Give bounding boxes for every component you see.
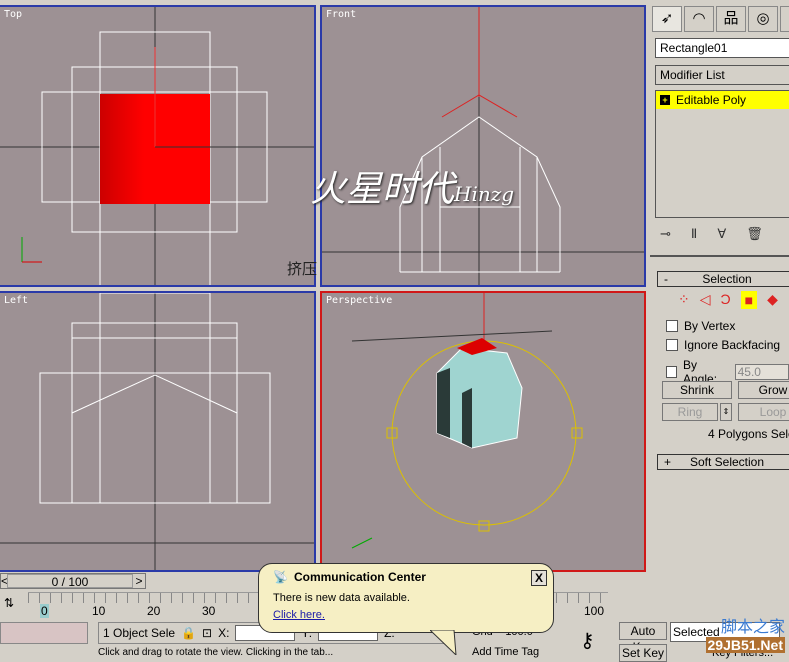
hierarchy-tab-icon[interactable]: 品 bbox=[716, 6, 746, 32]
perspective-view bbox=[351, 293, 583, 549]
polygon-mode-icon[interactable]: ■ bbox=[740, 291, 758, 309]
expand-icon[interactable]: + bbox=[660, 95, 670, 105]
balloon-tail bbox=[430, 630, 457, 655]
site-watermark: 脚本之家 29JB51.Net bbox=[705, 613, 785, 653]
display-tab-icon[interactable]: ▣ bbox=[780, 6, 789, 32]
edge-mode-icon[interactable]: ◁ bbox=[700, 291, 711, 309]
tick: 20 bbox=[147, 604, 161, 618]
key-icon[interactable]: ⚷ bbox=[580, 628, 595, 653]
by-vertex-checkbox[interactable]: By Vertex bbox=[666, 319, 735, 333]
viewport-front[interactable]: Front bbox=[320, 5, 646, 287]
viewport-left[interactable]: Left bbox=[0, 291, 316, 572]
tick: 10 bbox=[92, 604, 106, 618]
modify-tab-icon[interactable]: ◠ bbox=[684, 6, 714, 32]
satellite-icon: 📡 bbox=[273, 570, 288, 584]
border-mode-icon[interactable]: Ɔ bbox=[721, 291, 731, 309]
watermark-line2: 29JB51.Net bbox=[705, 637, 785, 653]
lock-icon[interactable]: 🔒 bbox=[181, 626, 196, 640]
selection-status: 4 Polygons Selected bbox=[708, 427, 789, 441]
pin-stack-icon[interactable]: ⊸ bbox=[660, 226, 671, 242]
track-bar-icon[interactable]: ⇅ bbox=[4, 596, 14, 610]
viewport-perspective[interactable]: Perspective bbox=[320, 291, 646, 572]
watermark: 火星时代Hinzg bbox=[310, 160, 514, 212]
set-key-button[interactable]: Set Key bbox=[619, 644, 667, 662]
grow-button[interactable]: Grow bbox=[738, 381, 789, 399]
motion-tab-icon[interactable]: ◎ bbox=[748, 6, 778, 32]
communication-center-balloon: 📡 Communication Center X There is new dat… bbox=[258, 563, 554, 633]
balloon-message: There is new data available. bbox=[273, 592, 410, 604]
top-wireframe bbox=[0, 7, 314, 285]
balloon-title: Communication Center bbox=[293, 570, 426, 584]
label: By Vertex bbox=[684, 319, 736, 333]
show-end-result-icon[interactable]: Ⅱ bbox=[691, 226, 697, 242]
watermark-text: 火星时代 bbox=[310, 169, 455, 210]
vertex-mode-icon[interactable]: ⁘ bbox=[678, 291, 690, 309]
caption: 挤压 bbox=[287, 260, 318, 278]
add-time-tag[interactable]: Add Time Tag bbox=[472, 646, 539, 658]
rollout-title: Soft Selection bbox=[689, 455, 765, 469]
tick: 30 bbox=[202, 604, 216, 618]
create-tab-icon[interactable]: ➶ bbox=[652, 6, 682, 32]
loop-button[interactable]: Loop bbox=[738, 403, 789, 421]
close-button[interactable]: X bbox=[531, 570, 547, 586]
prompt-line: Click and drag to rotate the view. Click… bbox=[98, 647, 334, 658]
ignore-backfacing-checkbox[interactable]: Ignore Backfacing bbox=[666, 338, 780, 352]
selection-count: 1 Object Sele bbox=[103, 626, 176, 640]
rollout-title: Selection bbox=[702, 272, 752, 286]
make-unique-icon[interactable]: ∀ bbox=[717, 226, 726, 242]
stack-item-label: Editable Poly bbox=[676, 93, 747, 107]
viewport-label[interactable]: Perspective bbox=[326, 295, 392, 306]
front-wireframe bbox=[322, 7, 644, 285]
element-mode-icon[interactable]: ◆ bbox=[767, 291, 778, 309]
label: Ignore Backfacing bbox=[684, 338, 781, 352]
object-name-field[interactable]: Rectangle01 bbox=[655, 38, 789, 58]
maxscript-listener[interactable] bbox=[0, 622, 88, 644]
soft-selection-rollout[interactable]: + Soft Selection bbox=[657, 454, 789, 470]
viewport-top[interactable]: Top bbox=[0, 5, 316, 287]
selection-rollout[interactable]: - Selection bbox=[657, 271, 789, 287]
absolute-mode-icon[interactable]: ⊡ bbox=[202, 626, 212, 640]
viewport-label[interactable]: Front bbox=[326, 9, 356, 20]
modifier-list-dropdown[interactable]: Modifier List bbox=[655, 65, 789, 85]
ring-button[interactable]: Ring bbox=[662, 403, 718, 421]
time-slider[interactable]: 0 / 100 bbox=[7, 574, 133, 589]
tick: 0 bbox=[40, 604, 49, 618]
left-wireframe bbox=[0, 293, 314, 570]
viewport-label[interactable]: Left bbox=[4, 295, 28, 306]
shrink-button[interactable]: Shrink bbox=[662, 381, 732, 399]
click-here-link[interactable]: Click here. bbox=[273, 609, 539, 621]
angle-input[interactable]: 45.0 bbox=[734, 364, 789, 380]
watermark-suffix: Hinzg bbox=[454, 182, 515, 206]
command-panel: ➶ ◠ 品 ◎ ▣ Rectangle01 Modifier List + Edi… bbox=[650, 0, 789, 572]
remove-modifier-icon[interactable]: 🗑 bbox=[746, 226, 763, 242]
modifier-stack: + Editable Poly bbox=[655, 90, 789, 218]
x-label: X: bbox=[218, 626, 230, 640]
watermark-line1: 脚本之家 bbox=[720, 619, 785, 636]
viewport-label[interactable]: Top bbox=[4, 9, 22, 20]
auto-key-button[interactable]: Auto Key bbox=[619, 622, 667, 654]
stack-item-editable-poly[interactable]: + Editable Poly bbox=[656, 91, 789, 109]
tick: 100 bbox=[584, 604, 605, 618]
ring-spinner[interactable]: ⇕ bbox=[720, 403, 732, 421]
time-next[interactable]: > bbox=[133, 574, 145, 588]
